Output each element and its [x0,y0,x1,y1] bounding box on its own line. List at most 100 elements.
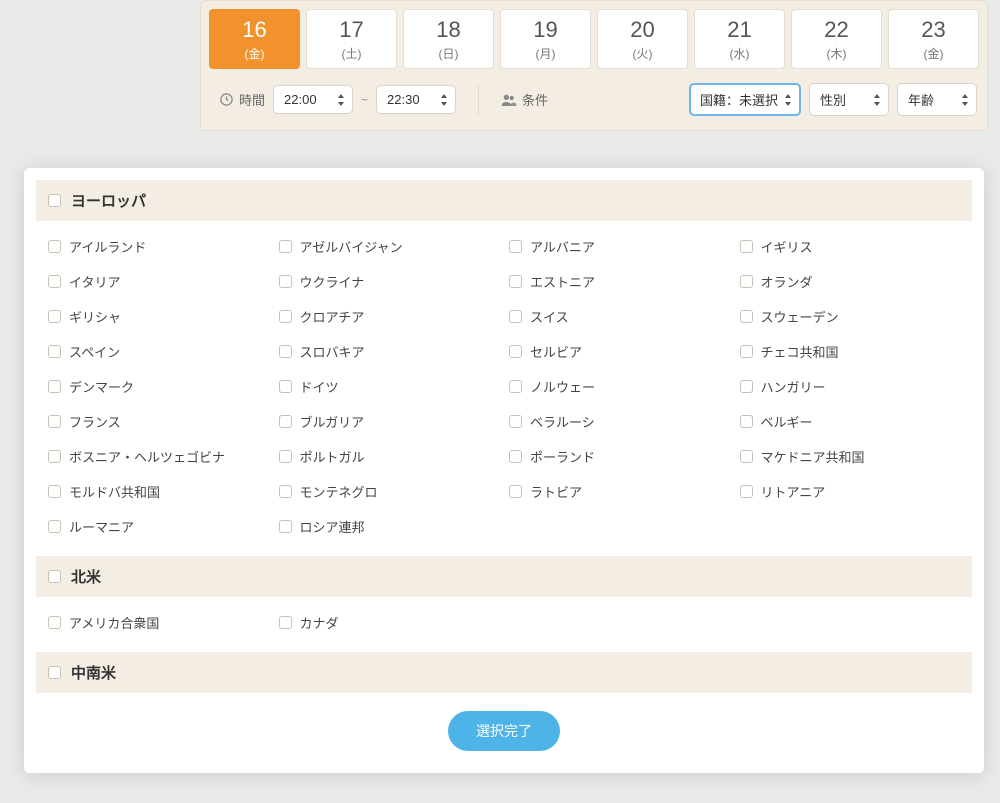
country-checkbox[interactable] [279,616,292,629]
country-checkbox[interactable] [279,450,292,463]
country-item: アルバニア [509,237,730,256]
country-item: モルドバ共和国 [48,482,269,501]
time-to-select[interactable]: 22:30 [376,85,456,114]
region-header: ヨーロッパ [36,180,972,221]
country-checkbox[interactable] [509,240,522,253]
region-checkbox[interactable] [48,194,61,207]
country-label: スペイン [69,342,120,361]
date-day: (月) [501,45,590,62]
country-label: アイルランド [69,237,146,256]
date-cell-17[interactable]: 17(土) [306,9,397,69]
country-checkbox[interactable] [48,520,61,533]
gender-select[interactable]: 性別 [809,83,889,116]
date-cell-23[interactable]: 23(金) [888,9,979,69]
country-item: オランダ [740,272,961,291]
country-item: チェコ共和国 [740,342,961,361]
country-item: ギリシャ [48,307,269,326]
country-label: ベルギー [761,412,813,431]
date-num: 16 [210,18,299,42]
region-checkbox[interactable] [48,666,61,679]
date-day: (日) [404,45,493,62]
country-checkbox[interactable] [740,310,753,323]
country-item: ベルギー [740,412,961,431]
country-label: ブルガリア [300,412,365,431]
country-label: アメリカ合衆国 [69,613,159,632]
country-checkbox[interactable] [279,310,292,323]
country-item: ドイツ [279,377,500,396]
date-day: (土) [307,45,396,62]
region-title: 北米 [71,566,101,587]
country-checkbox[interactable] [48,485,61,498]
country-checkbox[interactable] [279,485,292,498]
country-item: アメリカ合衆国 [48,613,269,632]
country-checkbox[interactable] [509,380,522,393]
country-checkbox[interactable] [48,415,61,428]
country-checkbox[interactable] [740,415,753,428]
country-label: スロバキア [300,342,365,361]
country-checkbox[interactable] [279,380,292,393]
date-cell-18[interactable]: 18(日) [403,9,494,69]
country-checkbox[interactable] [48,345,61,358]
country-checkbox[interactable] [509,275,522,288]
country-checkbox[interactable] [279,240,292,253]
country-checkbox[interactable] [48,240,61,253]
country-label: ハンガリー [761,377,826,396]
time-from-select[interactable]: 22:00 [273,85,353,114]
country-item: アゼルバイジャン [279,237,500,256]
country-label: ノルウェー [530,377,595,396]
country-grid: アイルランドアゼルバイジャンアルバニアイギリスイタリアウクライナエストニアオラン… [38,221,970,556]
country-item: イギリス [740,237,961,256]
done-button[interactable]: 選択完了 [448,711,560,751]
country-item: スロバキア [279,342,500,361]
country-item: マケドニア共和国 [740,447,961,466]
time-label: 時間 [219,90,265,109]
country-item: ブルガリア [279,412,500,431]
country-checkbox[interactable] [509,485,522,498]
country-item: ベラルーシ [509,412,730,431]
date-cell-22[interactable]: 22(木) [791,9,882,69]
country-label: セルビア [530,342,582,361]
country-checkbox[interactable] [48,275,61,288]
country-checkbox[interactable] [279,415,292,428]
country-checkbox[interactable] [740,240,753,253]
country-checkbox[interactable] [740,450,753,463]
age-select[interactable]: 年齢 [897,83,977,116]
country-label: オランダ [761,272,813,291]
country-item: エストニア [509,272,730,291]
region-checkbox[interactable] [48,570,61,583]
country-item: ボスニア・ヘルツェゴビナ [48,447,269,466]
country-item: フランス [48,412,269,431]
date-day: (水) [695,45,784,62]
country-checkbox[interactable] [509,415,522,428]
country-checkbox[interactable] [509,345,522,358]
country-checkbox[interactable] [740,275,753,288]
country-checkbox[interactable] [740,345,753,358]
country-checkbox[interactable] [740,380,753,393]
nationality-dropdown: ヨーロッパアイルランドアゼルバイジャンアルバニアイギリスイタリアウクライナエスト… [24,168,984,773]
country-checkbox[interactable] [279,520,292,533]
country-checkbox[interactable] [279,275,292,288]
country-checkbox[interactable] [48,450,61,463]
country-checkbox[interactable] [48,380,61,393]
country-checkbox[interactable] [48,616,61,629]
country-label: マケドニア共和国 [761,447,865,466]
country-label: モルドバ共和国 [69,482,160,501]
country-checkbox[interactable] [509,450,522,463]
country-checkbox[interactable] [740,485,753,498]
country-checkbox[interactable] [509,310,522,323]
country-checkbox[interactable] [279,345,292,358]
country-label: ロシア連邦 [300,517,365,536]
date-cell-21[interactable]: 21(水) [694,9,785,69]
country-label: スイス [530,307,569,326]
date-cell-16[interactable]: 16(金) [209,9,300,69]
date-cell-20[interactable]: 20(火) [597,9,688,69]
country-label: ポルトガル [300,447,365,466]
country-label: イギリス [761,237,813,256]
country-checkbox[interactable] [48,310,61,323]
dropdown-footer: 選択完了 [24,693,984,773]
date-day: (火) [598,45,687,62]
country-label: カナダ [300,613,339,632]
date-cell-19[interactable]: 19(月) [500,9,591,69]
country-label: リトアニア [761,482,826,501]
nationality-select[interactable]: 国籍：未選択 [689,83,801,116]
